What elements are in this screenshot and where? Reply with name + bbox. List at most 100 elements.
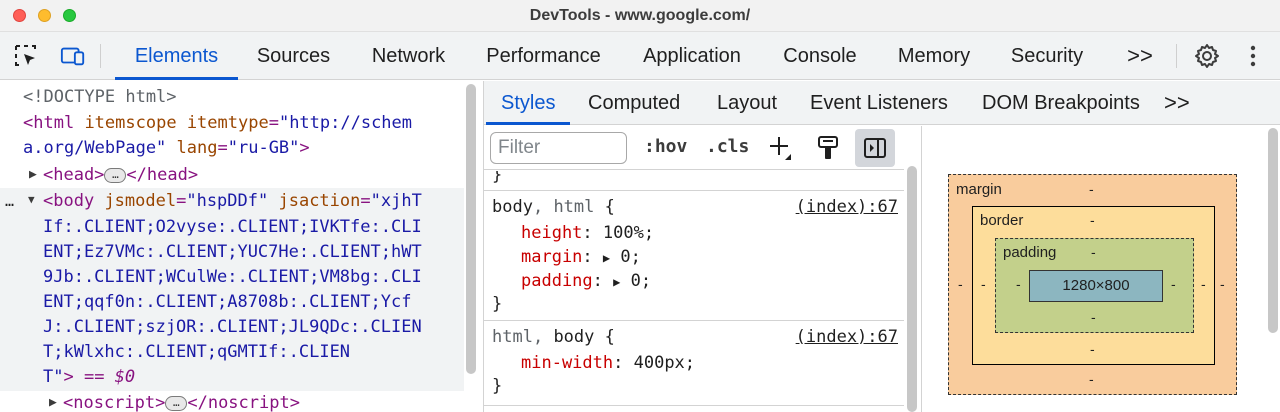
- selector-separator: ,: [532, 197, 554, 217]
- paint-brush-icon[interactable]: [814, 134, 842, 162]
- inspect-element-icon[interactable]: [13, 43, 39, 69]
- attr-value-line: ENT;Ez7VMc:.CLIENT;YUC7He:.CLIENT;hWT: [43, 242, 422, 262]
- expand-triangle-icon[interactable]: ▶: [49, 395, 57, 410]
- ellipsis-badge[interactable]: …: [165, 395, 188, 411]
- rule-selector[interactable]: html, body {: [492, 325, 615, 349]
- style-rules-list: } body, html { (index):67 height: 100%; …: [484, 171, 904, 412]
- node-actions-dots[interactable]: …: [5, 189, 14, 214]
- hov-toggle-button[interactable]: :hov: [644, 136, 687, 157]
- box-model-content-size[interactable]: 1280×800: [1029, 270, 1163, 302]
- new-style-rule-icon[interactable]: [767, 134, 795, 162]
- subtab-layout[interactable]: Layout: [717, 81, 777, 125]
- box-model-margin[interactable]: margin - - - - border - - - - padding - …: [948, 174, 1237, 395]
- box-model-border[interactable]: border - - - - padding - - - - 1280×800: [972, 206, 1215, 365]
- subtab-computed[interactable]: Computed: [588, 81, 680, 125]
- window-title: DevTools - www.google.com/: [529, 7, 751, 24]
- tab-network[interactable]: Network: [361, 32, 456, 80]
- styles-filter-input[interactable]: [490, 132, 627, 164]
- css-declaration[interactable]: height: 100%;: [521, 221, 654, 245]
- css-property-name: padding: [521, 271, 593, 291]
- rule-separator: [484, 405, 904, 406]
- tab-sources[interactable]: Sources: [246, 32, 341, 80]
- border-bottom-value[interactable]: -: [1090, 341, 1095, 357]
- doctype-node[interactable]: <!DOCTYPE html>: [23, 85, 177, 110]
- subtab-dom-breakpoints[interactable]: DOM Breakpoints: [982, 81, 1140, 125]
- border-top-value[interactable]: -: [1090, 212, 1095, 228]
- css-declaration[interactable]: padding: ▶ 0;: [521, 269, 651, 293]
- ellipsis-badge[interactable]: …: [104, 167, 127, 183]
- margin-right-value[interactable]: -: [1220, 276, 1225, 292]
- html-node[interactable]: <html itemscope itemtype="http://schem: [23, 111, 412, 136]
- attr-value-line: If:.CLIENT;O2vyse:.CLIENT;IVKTfe:.CLI: [43, 217, 422, 237]
- rule-separator: [484, 190, 904, 191]
- html-node-continued: a.org/WebPage" lang="ru-GB">: [23, 138, 310, 158]
- css-declaration[interactable]: margin: ▶ 0;: [521, 245, 641, 269]
- subtab-styles[interactable]: Styles: [485, 81, 572, 125]
- expand-shorthand-icon[interactable]: ▶: [613, 275, 620, 289]
- styles-subtabs: Styles Computed Layout Event Listeners D…: [484, 81, 1280, 125]
- attr-value: T": [43, 367, 64, 387]
- attr-name: jsmodel: [104, 191, 177, 211]
- rule-separator: [484, 320, 904, 321]
- rule-closing-brace: }: [492, 171, 503, 185]
- styles-filter-bar: :hov .cls: [484, 126, 904, 170]
- attr-value: "xjhT: [370, 191, 422, 211]
- head-close-tag: </head>: [126, 165, 199, 185]
- padding-label: padding: [1003, 244, 1057, 261]
- border-label: border: [980, 212, 1024, 229]
- head-node[interactable]: <head>… </head>: [43, 163, 198, 188]
- gear-icon[interactable]: [1194, 43, 1220, 69]
- toggle-sidebar-icon[interactable]: [855, 129, 895, 167]
- collapse-triangle-icon[interactable]: ▼: [28, 193, 35, 206]
- rule-open-brace: {: [594, 197, 615, 217]
- rule-source-link[interactable]: (index):67: [796, 325, 898, 349]
- attr-name: jsaction: [278, 191, 361, 211]
- tab-application[interactable]: Application: [630, 32, 754, 80]
- box-model-padding[interactable]: padding - - - - 1280×800: [995, 238, 1194, 333]
- attr-value: "hspDDf": [186, 191, 269, 211]
- body-node[interactable]: <body jsmodel="hspDDf" jsaction="xjhT: [43, 189, 422, 214]
- kebab-menu-icon[interactable]: [1240, 43, 1266, 69]
- devtools-toolbar: Elements Sources Network Performance App…: [0, 32, 1280, 80]
- margin-top-value[interactable]: -: [1089, 181, 1094, 197]
- tab-security[interactable]: Security: [1000, 32, 1094, 80]
- attr-name: itemscope: [84, 113, 177, 133]
- html-tag: <html: [23, 113, 75, 133]
- border-right-value[interactable]: -: [1201, 276, 1206, 292]
- cls-toggle-button[interactable]: .cls: [706, 136, 749, 157]
- selector-separator: ,: [532, 327, 554, 347]
- attr-name: itemtype: [186, 113, 269, 133]
- device-toolbar-icon[interactable]: [60, 43, 86, 69]
- elements-tree: <!DOCTYPE html> <html itemscope itemtype…: [0, 81, 464, 412]
- border-left-value[interactable]: -: [981, 276, 986, 292]
- tab-console[interactable]: Console: [773, 32, 867, 80]
- rule-source-link[interactable]: (index):67: [796, 195, 898, 219]
- rule-open-brace: {: [594, 327, 615, 347]
- padding-top-value[interactable]: -: [1091, 244, 1096, 260]
- margin-bottom-value[interactable]: -: [1089, 371, 1094, 387]
- more-tabs-button[interactable]: >>: [1122, 32, 1158, 80]
- styles-scrollbar[interactable]: [907, 166, 917, 412]
- padding-bottom-value[interactable]: -: [1091, 309, 1096, 325]
- head-tag: <head>: [43, 165, 105, 185]
- selected-node-marker: > == $0: [63, 367, 136, 387]
- noscript-node[interactable]: <noscript>… </noscript>: [63, 391, 300, 412]
- expand-shorthand-icon[interactable]: ▶: [603, 251, 610, 265]
- more-subtabs-button[interactable]: >>: [1164, 81, 1190, 125]
- rule-selector[interactable]: body, html {: [492, 195, 615, 219]
- padding-left-value[interactable]: -: [1016, 276, 1021, 292]
- selector-unmatched: html: [553, 197, 595, 217]
- box-model-diagram: margin - - - - border - - - - padding - …: [922, 126, 1266, 412]
- tab-elements[interactable]: Elements: [115, 32, 238, 80]
- noscript-close-tag: </noscript>: [187, 393, 300, 412]
- padding-right-value[interactable]: -: [1171, 276, 1176, 292]
- tab-memory[interactable]: Memory: [887, 32, 981, 80]
- css-declaration[interactable]: min-width: 400px;: [521, 351, 695, 375]
- doctype-text: <!DOCTYPE html>: [23, 87, 177, 107]
- tab-performance[interactable]: Performance: [476, 32, 611, 80]
- box-model-scrollbar[interactable]: [1268, 128, 1278, 333]
- expand-triangle-icon[interactable]: ▶: [29, 167, 37, 182]
- margin-left-value[interactable]: -: [958, 276, 963, 292]
- subtab-event-listeners[interactable]: Event Listeners: [810, 81, 948, 125]
- elements-scrollbar[interactable]: [466, 84, 476, 374]
